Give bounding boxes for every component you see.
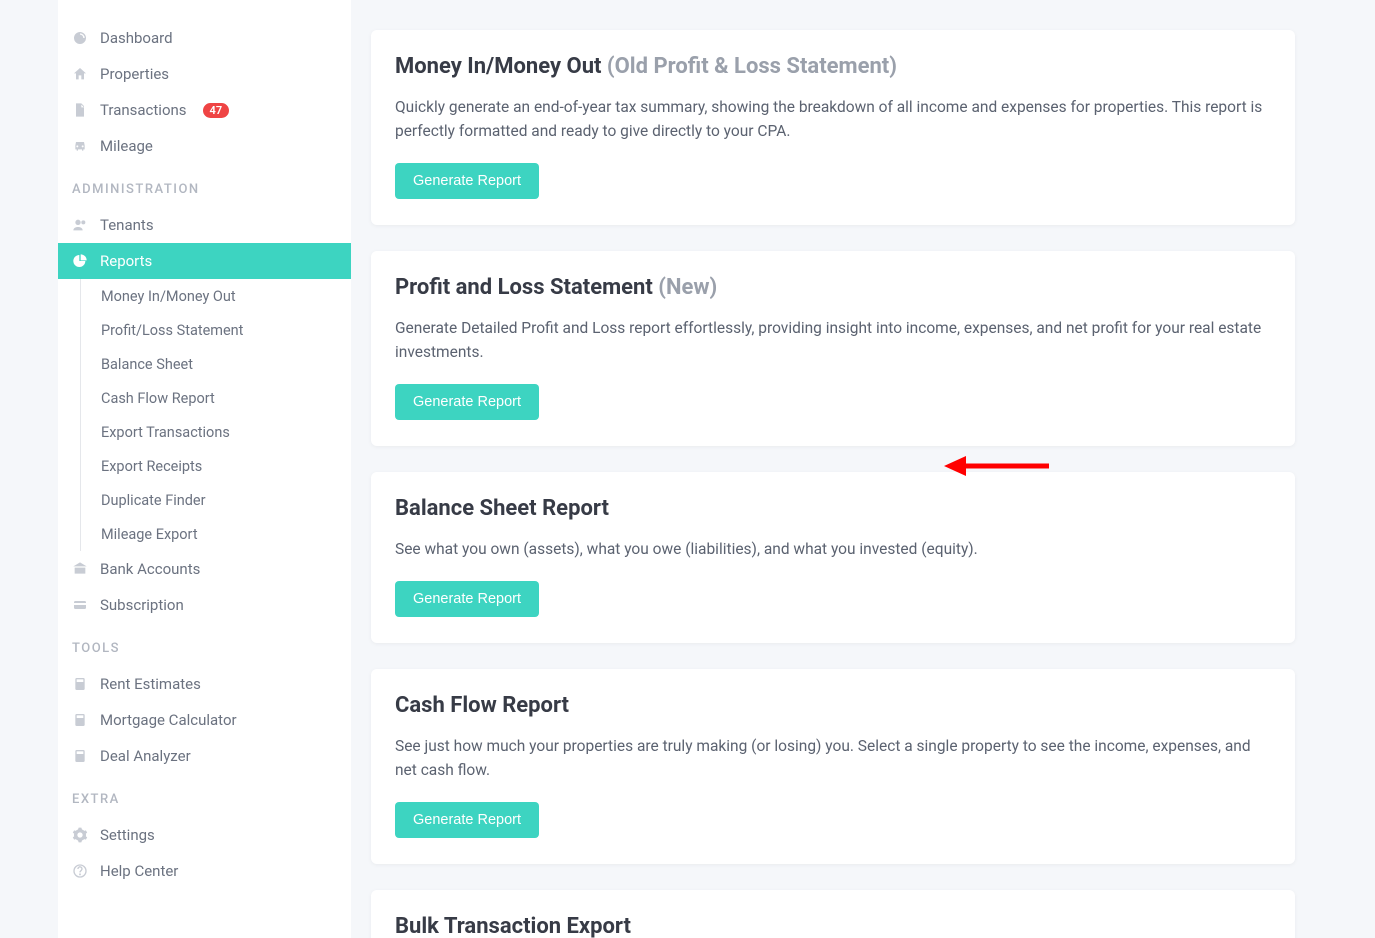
report-card-cash-flow: Cash Flow Report See just how much your … [371, 669, 1295, 864]
sidebar-item-dashboard[interactable]: Dashboard [58, 20, 351, 56]
sidebar-item-label: Deal Analyzer [100, 747, 191, 765]
sidebar-item-help-center[interactable]: Help Center [58, 853, 351, 889]
report-description: Generate Detailed Profit and Loss report… [395, 316, 1271, 364]
gear-icon [72, 827, 88, 843]
subnav-label: Export Transactions [101, 424, 230, 441]
main-content: Money In/Money Out (Old Profit & Loss St… [351, 0, 1375, 938]
users-icon [72, 217, 88, 233]
report-card-balance-sheet: Balance Sheet Report See what you own (a… [371, 472, 1295, 643]
generate-report-button[interactable]: Generate Report [395, 802, 539, 838]
report-card-bulk-export: Bulk Transaction Export Export a raw dat… [371, 890, 1295, 938]
section-header-tools: TOOLS [58, 623, 351, 666]
sidebar-item-label: Help Center [100, 862, 178, 880]
sidebar-item-reports[interactable]: Reports [58, 243, 351, 279]
gauge-icon [72, 30, 88, 46]
calculator-icon [72, 676, 88, 692]
sidebar-item-label: Settings [100, 826, 155, 844]
sidebar: Dashboard Properties Transactions 47 Mil… [58, 0, 351, 938]
sidebar-item-label: Transactions [100, 101, 187, 119]
sidebar-item-mortgage-calculator[interactable]: Mortgage Calculator [58, 702, 351, 738]
section-header-extra: EXTRA [58, 774, 351, 817]
file-icon [72, 102, 88, 118]
transactions-badge: 47 [203, 103, 230, 118]
card-icon [72, 597, 88, 613]
subnav-label: Balance Sheet [101, 356, 193, 373]
subnav-label: Mileage Export [101, 526, 198, 543]
sidebar-item-label: Bank Accounts [100, 560, 200, 578]
subnav-export-transactions[interactable]: Export Transactions [81, 415, 351, 449]
subnav-label: Duplicate Finder [101, 492, 206, 509]
subnav-export-receipts[interactable]: Export Receipts [81, 449, 351, 483]
subnav-label: Profit/Loss Statement [101, 322, 243, 339]
report-description: See just how much your properties are tr… [395, 734, 1271, 782]
report-title: Balance Sheet Report [395, 496, 1271, 521]
sidebar-item-transactions[interactable]: Transactions 47 [58, 92, 351, 128]
sidebar-item-label: Rent Estimates [100, 675, 201, 693]
sidebar-item-tenants[interactable]: Tenants [58, 207, 351, 243]
sidebar-item-rent-estimates[interactable]: Rent Estimates [58, 666, 351, 702]
reports-subnav: Money In/Money Out Profit/Loss Statement… [80, 279, 351, 551]
chart-pie-icon [72, 253, 88, 269]
section-header-administration: ADMINISTRATION [58, 164, 351, 207]
sidebar-item-label: Mileage [100, 137, 153, 155]
report-title: Profit and Loss Statement (New) [395, 275, 1271, 300]
subnav-label: Export Receipts [101, 458, 202, 475]
report-card-profit-loss: Profit and Loss Statement (New) Generate… [371, 251, 1295, 446]
sidebar-item-mileage[interactable]: Mileage [58, 128, 351, 164]
sidebar-item-label: Mortgage Calculator [100, 711, 237, 729]
help-icon [72, 863, 88, 879]
subnav-duplicate-finder[interactable]: Duplicate Finder [81, 483, 351, 517]
report-title: Money In/Money Out (Old Profit & Loss St… [395, 54, 1271, 79]
sidebar-item-subscription[interactable]: Subscription [58, 587, 351, 623]
sidebar-item-label: Reports [100, 252, 152, 270]
report-card-money-in-out: Money In/Money Out (Old Profit & Loss St… [371, 30, 1295, 225]
report-title: Cash Flow Report [395, 693, 1271, 718]
sidebar-item-properties[interactable]: Properties [58, 56, 351, 92]
sidebar-item-bank-accounts[interactable]: Bank Accounts [58, 551, 351, 587]
subnav-profit-loss[interactable]: Profit/Loss Statement [81, 313, 351, 347]
subnav-money-in-out[interactable]: Money In/Money Out [81, 279, 351, 313]
subnav-label: Money In/Money Out [101, 288, 236, 305]
sidebar-item-label: Subscription [100, 596, 184, 614]
bank-icon [72, 561, 88, 577]
subnav-balance-sheet[interactable]: Balance Sheet [81, 347, 351, 381]
calculator-icon [72, 712, 88, 728]
subnav-mileage-export[interactable]: Mileage Export [81, 517, 351, 551]
home-icon [72, 66, 88, 82]
generate-report-button[interactable]: Generate Report [395, 581, 539, 617]
report-description: Quickly generate an end-of-year tax summ… [395, 95, 1271, 143]
sidebar-item-deal-analyzer[interactable]: Deal Analyzer [58, 738, 351, 774]
sidebar-item-settings[interactable]: Settings [58, 817, 351, 853]
generate-report-button[interactable]: Generate Report [395, 384, 539, 420]
sidebar-item-label: Properties [100, 65, 169, 83]
report-title: Bulk Transaction Export [395, 914, 1271, 938]
subnav-cash-flow[interactable]: Cash Flow Report [81, 381, 351, 415]
calculator-icon [72, 748, 88, 764]
sidebar-item-label: Tenants [100, 216, 154, 234]
report-description: See what you own (assets), what you owe … [395, 537, 1271, 561]
subnav-label: Cash Flow Report [101, 390, 215, 407]
generate-report-button[interactable]: Generate Report [395, 163, 539, 199]
sidebar-item-label: Dashboard [100, 29, 173, 47]
car-icon [72, 138, 88, 154]
